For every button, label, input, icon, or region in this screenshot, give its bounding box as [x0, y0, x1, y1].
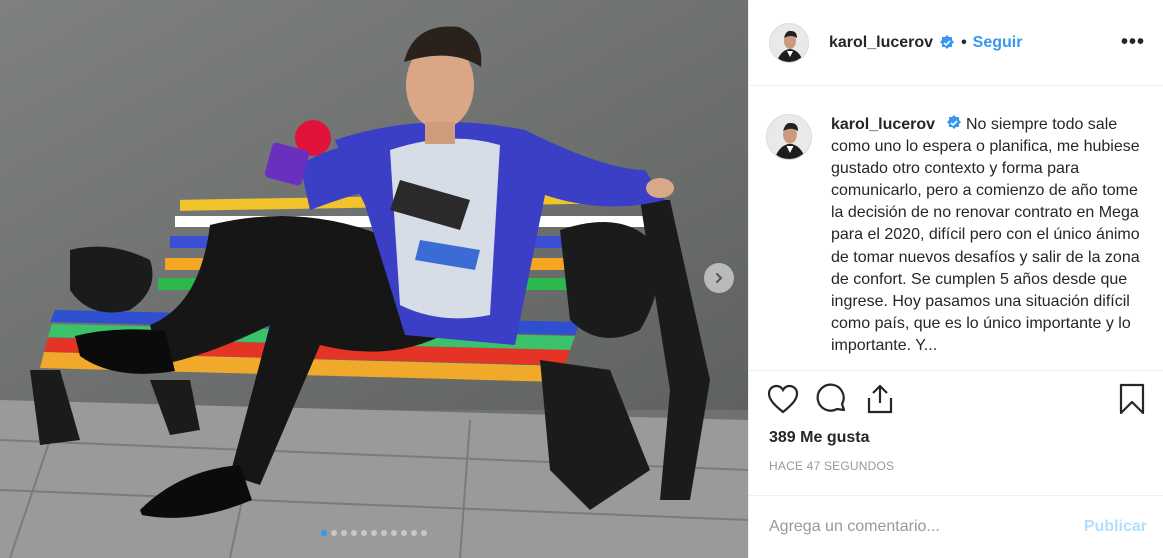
carousel-dot — [371, 530, 377, 536]
bookmark-icon — [1119, 383, 1145, 415]
caption-username[interactable]: karol_lucerov — [831, 116, 935, 133]
action-bar — [749, 371, 1163, 427]
carousel-dot — [341, 530, 347, 536]
comment-icon — [816, 383, 846, 412]
carousel-dot — [381, 530, 387, 536]
caption-text: No siempre todo sale como uno lo espera … — [831, 116, 1140, 354]
comment-bar: Publicar — [749, 495, 1163, 558]
post-header: karol_lucerov • Seguir ••• — [749, 0, 1163, 86]
verified-badge-icon — [940, 34, 955, 49]
carousel-dot — [351, 530, 357, 536]
comment-input[interactable] — [769, 518, 1084, 536]
caption-avatar[interactable] — [766, 114, 812, 160]
post-photo[interactable] — [0, 0, 748, 558]
share-button[interactable] — [865, 379, 905, 419]
verified-badge-icon — [946, 115, 961, 129]
like-button[interactable] — [767, 379, 807, 419]
profile-avatar[interactable] — [769, 22, 809, 63]
comment-button[interactable] — [816, 379, 856, 419]
post-timestamp[interactable]: HACE 47 SEGUNDOS — [749, 447, 1163, 473]
post-container: karol_lucerov • Seguir ••• karol_lucerov… — [0, 0, 1163, 558]
next-slide-button[interactable] — [704, 263, 734, 293]
header-username[interactable]: karol_lucerov — [829, 34, 933, 52]
carousel-dot — [331, 530, 337, 536]
carousel-indicator — [0, 530, 748, 536]
save-button[interactable] — [1105, 379, 1145, 419]
carousel-dot — [321, 530, 327, 536]
carousel-dot — [361, 530, 367, 536]
likes-count[interactable]: 389 Me gusta — [749, 427, 1163, 447]
caption-section: karol_lucerov No siempre todo sale como … — [749, 86, 1163, 371]
heart-icon — [767, 384, 799, 414]
avatar-image — [770, 23, 808, 62]
carousel-dot — [421, 530, 427, 536]
carousel-dot — [391, 530, 397, 536]
chevron-right-icon — [716, 273, 723, 283]
publish-button[interactable]: Publicar — [1084, 518, 1147, 536]
more-options-button[interactable]: ••• — [1121, 31, 1145, 54]
follow-button[interactable]: Seguir — [973, 34, 1023, 52]
post-side-panel: karol_lucerov • Seguir ••• karol_lucerov… — [748, 0, 1163, 558]
carousel-dot — [411, 530, 417, 536]
caption-text-block: karol_lucerov No siempre todo sale como … — [831, 114, 1141, 370]
post-image — [0, 0, 748, 558]
avatar-image — [767, 115, 811, 159]
header-separator: • — [961, 33, 967, 51]
carousel-dot — [401, 530, 407, 536]
share-icon — [867, 384, 893, 414]
